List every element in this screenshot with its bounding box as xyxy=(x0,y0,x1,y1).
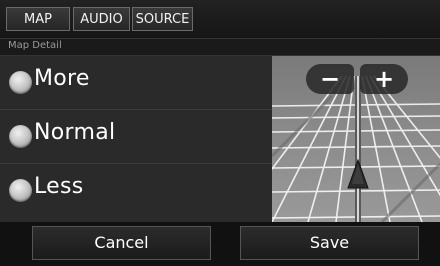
map-detail-screen: MAP AUDIO SOURCE Map Detail More Normal … xyxy=(0,0,440,266)
zoom-in-button[interactable]: + xyxy=(360,64,408,94)
map-detail-options: More Normal Less xyxy=(0,56,272,222)
top-tab-bar: MAP AUDIO SOURCE xyxy=(0,0,440,38)
plus-icon: + xyxy=(373,65,395,93)
tab-map[interactable]: MAP xyxy=(6,7,70,31)
option-less[interactable]: Less xyxy=(0,164,272,218)
option-label-more: More xyxy=(34,66,90,91)
option-label-normal: Normal xyxy=(34,120,116,145)
radio-button-icon[interactable] xyxy=(9,179,32,202)
section-header: Map Detail xyxy=(0,38,440,56)
tab-source[interactable]: SOURCE xyxy=(132,7,193,31)
radio-button-icon[interactable] xyxy=(9,125,32,148)
tab-audio[interactable]: AUDIO xyxy=(73,7,130,31)
map-grid-graphic xyxy=(272,56,440,222)
minus-icon: − xyxy=(319,65,341,93)
section-title: Map Detail xyxy=(8,40,62,51)
radio-button-icon[interactable] xyxy=(9,71,32,94)
save-button[interactable]: Save xyxy=(240,226,419,260)
zoom-out-button[interactable]: − xyxy=(306,64,354,94)
cancel-button[interactable]: Cancel xyxy=(32,226,211,260)
option-normal[interactable]: Normal xyxy=(0,110,272,164)
option-more[interactable]: More xyxy=(0,56,272,110)
map-preview: − + xyxy=(272,56,440,222)
option-label-less: Less xyxy=(34,174,84,199)
bottom-action-bar: Cancel Save xyxy=(0,222,440,266)
